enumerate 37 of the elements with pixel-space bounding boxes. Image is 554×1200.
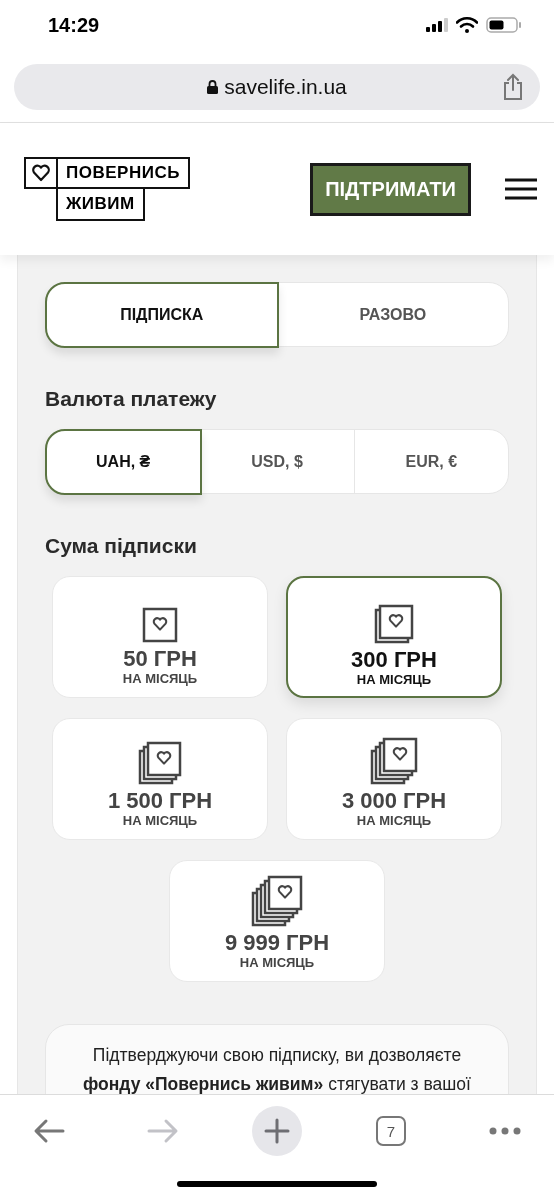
battery-icon [486, 17, 522, 33]
amount-card[interactable]: 1 500 ГРН НА МІСЯЦЬ [52, 718, 268, 840]
share-icon[interactable] [502, 73, 524, 101]
heart-cards-icon [142, 607, 178, 643]
periodicity-option[interactable]: ПІДПИСКА [44, 281, 279, 348]
amount-card[interactable]: 9 999 ГРН НА МІСЯЦЬ [169, 860, 385, 982]
heart-cards-icon [138, 741, 182, 785]
support-button[interactable]: ПІДТРИМАТИ [310, 162, 471, 216]
periodicity-option[interactable]: РАЗОВО [277, 283, 508, 346]
logo-text[interactable]: ПОВЕРНИСЬ [56, 157, 190, 189]
amount-card[interactable]: 300 ГРН НА МІСЯЦЬ [286, 576, 502, 698]
amount-card[interactable]: 3 000 ГРН НА МІСЯЦЬ [286, 718, 502, 840]
menu-icon[interactable] [505, 178, 537, 200]
amount-card[interactable]: 50 ГРН НА МІСЯЦЬ [52, 576, 268, 698]
status-time: 14:29 [48, 13, 100, 37]
tabs-button[interactable]: 7 [376, 1116, 406, 1146]
forward-arrow-icon [147, 1118, 179, 1144]
logo-text[interactable]: ЖИВИМ [56, 189, 145, 221]
plus-icon [264, 1118, 290, 1144]
wifi-icon [456, 17, 478, 33]
currency-option[interactable]: EUR, € [354, 430, 508, 493]
heart-cards-icon [374, 604, 414, 644]
lock-icon [207, 80, 219, 94]
address-bar[interactable]: savelife.in.ua [14, 64, 540, 110]
section-title: Сума підписки [45, 534, 198, 558]
heart-icon [31, 163, 51, 183]
signal-icon [426, 18, 448, 32]
currency-option[interactable]: UAH, ₴ [44, 428, 202, 495]
consent-text: Підтверджуючи свою підписку, ви дозволяєте фонду «Повернись живим» стягувати з вашої [82, 1044, 472, 1094]
url-text: savelife.in.ua [224, 75, 347, 99]
heart-cards-icon [251, 875, 303, 927]
back-arrow-icon [33, 1118, 65, 1144]
heart-cards-icon [370, 737, 418, 785]
currency-option[interactable]: USD, $ [200, 430, 355, 493]
new-tab-button[interactable] [252, 1106, 302, 1156]
section-title: Валюта платежу [45, 387, 218, 411]
more-icon [489, 1127, 521, 1135]
